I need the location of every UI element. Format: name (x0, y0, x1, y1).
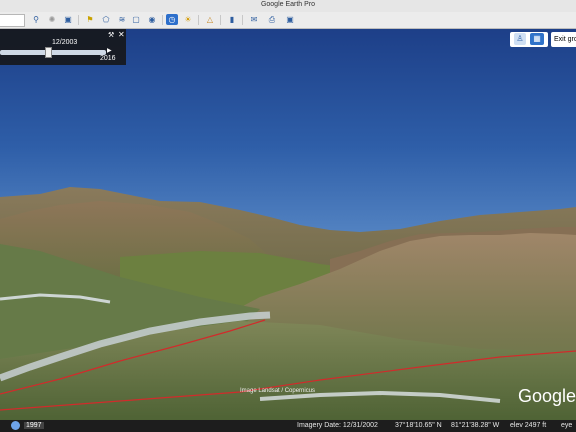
toolbar-divider (220, 15, 221, 25)
search-icon[interactable]: ⚲ (30, 14, 42, 25)
close-icon[interactable]: ✕ (118, 30, 125, 39)
placemark-icon[interactable]: ⚑ (84, 14, 96, 25)
window-title: Google Earth Pro (260, 1, 316, 8)
planets-icon[interactable]: △ (204, 14, 216, 25)
record-tour-icon[interactable]: ◉ (146, 14, 158, 25)
play-forward-icon[interactable]: ▶ (107, 47, 112, 54)
wrench-icon[interactable]: ⚒ (108, 31, 114, 39)
search-input[interactable] (0, 14, 25, 27)
polygon-icon[interactable]: ⬠ (100, 14, 112, 25)
eye-altitude: eye (561, 422, 573, 429)
elevation: elev 2497 ft (510, 422, 547, 429)
path-icon[interactable]: ≋ (116, 14, 128, 25)
print-icon[interactable]: ⎙ (266, 14, 278, 25)
cube-icon[interactable]: ▦ (530, 33, 544, 45)
historical-imagery-slider: ⚒ ✕ 12/2003 ▶ 2016 (0, 29, 126, 65)
toolbar: ⚲ ✺ ▣ ⚑ ⬠ ≋ ▢ ◉ ◷ ☀ △ ▮ ✉ ⎙ ▣ (0, 12, 576, 29)
toolbar-divider (162, 15, 163, 25)
time-slider-thumb[interactable] (45, 47, 52, 58)
latitude: 37°18'10.65" N (395, 422, 442, 429)
current-date-label: 12/2003 (52, 39, 78, 46)
navigation-mode-panel: ♙ ▦ (510, 32, 548, 47)
image-overlay-icon[interactable]: ▢ (130, 14, 142, 25)
person-icon[interactable]: ♙ (514, 33, 526, 45)
historical-imagery-icon[interactable]: ◷ (166, 14, 178, 25)
status-bar: 1997 Imagery Date: 12/31/2002 37°18'10.6… (0, 420, 576, 432)
image-credit: Image Landsat / Copernicus (240, 388, 316, 394)
spinner-icon: ✺ (48, 15, 56, 24)
terrain (0, 187, 576, 420)
sidebar-toggle-icon[interactable]: ▣ (62, 14, 74, 25)
email-icon[interactable]: ✉ (248, 14, 260, 25)
longitude: 81°21'38.28" W (451, 422, 500, 429)
google-logo: Google (518, 386, 576, 406)
ruler-icon[interactable]: ▮ (226, 14, 238, 25)
end-year-label: 2016 (100, 55, 116, 62)
imagery-date: Imagery Date: 12/31/2002 (297, 422, 378, 429)
sun-icon[interactable]: ☀ (182, 14, 194, 25)
earth-3d-view[interactable]: ⚒ ✕ 12/2003 ▶ 2016 ♙ ▦ Exit gro Image La… (0, 29, 576, 420)
timeline-year: 1997 (24, 422, 44, 429)
toolbar-divider (242, 15, 243, 25)
toolbar-divider (78, 15, 79, 25)
exit-ground-level-button[interactable]: Exit gro (551, 32, 576, 47)
toolbar-divider (198, 15, 199, 25)
save-image-icon[interactable]: ▣ (284, 14, 296, 25)
clock-icon[interactable] (11, 421, 20, 430)
time-slider-track[interactable] (0, 50, 106, 55)
